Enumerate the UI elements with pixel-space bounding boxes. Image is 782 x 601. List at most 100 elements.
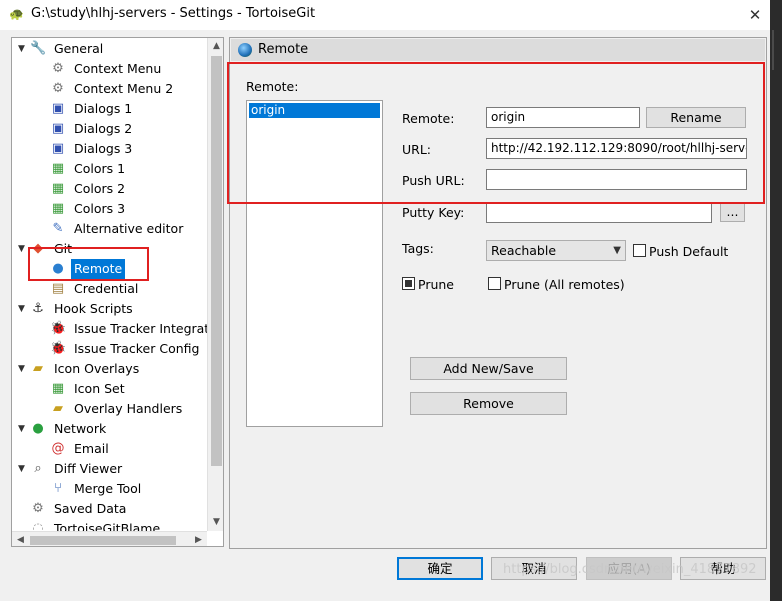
add-new-save-button[interactable]: Add New/Save (410, 357, 567, 380)
tree-item-label: Context Menu 2 (74, 81, 174, 96)
tags-label: Tags: (402, 241, 434, 256)
scroll-left-icon[interactable]: ◀ (12, 532, 29, 546)
close-button[interactable]: ✕ (740, 2, 770, 28)
watermark: https://blog.csdn.net/weixin_41877892 (503, 562, 757, 577)
tree-item-label: Network (54, 421, 107, 436)
tree-item-overlay-handlers[interactable]: ▰ Overlay Handlers (12, 399, 207, 419)
expander-chevron-icon[interactable]: ▼ (18, 299, 28, 319)
palette-icon: ▦ (51, 181, 65, 196)
tree-item-dialogs-1[interactable]: ▣ Dialogs 1 (12, 99, 207, 119)
expander-chevron-icon[interactable]: ▼ (18, 239, 28, 259)
tree-item-colors-3[interactable]: ▦ Colors 3 (12, 199, 207, 219)
scroll-thumb[interactable] (211, 56, 222, 466)
tree-item-colors-1[interactable]: ▦ Colors 1 (12, 159, 207, 179)
chevron-down-icon: ▼ (613, 245, 621, 256)
scroll-down-icon[interactable]: ▼ (208, 514, 223, 531)
tree-item-email[interactable]: @ Email (12, 439, 207, 459)
tree-item-label: Dialogs 3 (74, 141, 133, 156)
ok-button[interactable]: 确定 (397, 557, 483, 580)
putty-key-input[interactable] (486, 202, 712, 223)
tags-select[interactable]: Reachable ▼ (486, 240, 626, 261)
tree-item-label: Dialogs 2 (74, 121, 133, 136)
gear-icon: ⚙ (32, 501, 44, 516)
tree-item-label: Dialogs 1 (74, 101, 133, 116)
tree-item-label: Diff Viewer (54, 461, 123, 476)
credential-icon: ▤ (51, 281, 65, 296)
wrench-icon: 🔧 (30, 41, 47, 56)
tree-item-general[interactable]: ▼ 🔧 General (12, 39, 207, 59)
tree-item-icon-overlays[interactable]: ▼ ▰ Icon Overlays (12, 359, 207, 379)
tree-item-label: Context Menu (74, 61, 162, 76)
bug-icon: 🐞 (50, 341, 67, 356)
tree-item-network[interactable]: ▼ ● Network (12, 419, 207, 439)
tree-item-label: Icon Overlays (54, 361, 140, 376)
merge-icon: ⑂ (54, 481, 62, 496)
putty-key-label: Putty Key: (402, 205, 465, 220)
tree-item-label: Overlay Handlers (74, 401, 183, 416)
tree-item-dialogs-3[interactable]: ▣ Dialogs 3 (12, 139, 207, 159)
palette-icon: ▦ (51, 161, 65, 176)
tree-item-icon-set[interactable]: ▦ Icon Set (12, 379, 207, 399)
tree-item-label: Colors 2 (74, 181, 126, 196)
expander-chevron-icon[interactable]: ▼ (18, 39, 28, 59)
tree-item-alternative-editor[interactable]: ✎ Alternative editor (12, 219, 207, 239)
tree-item-label: Hook Scripts (54, 301, 133, 316)
annotation-box-remote-fields (227, 62, 765, 204)
scroll-right-icon[interactable]: ▶ (190, 532, 207, 546)
tree-horizontal-scrollbar[interactable]: ◀ ▶ (12, 531, 207, 546)
panel-title: Remote (258, 42, 309, 57)
tree-item-label: Issue Tracker Config (74, 341, 200, 356)
globe-icon (238, 43, 252, 57)
title-bar: 🐢 G:\study\hlhj-servers - Settings - Tor… (0, 0, 770, 30)
prune-all-label: Prune (All remotes) (504, 277, 625, 292)
tree-item-dialogs-2[interactable]: ▣ Dialogs 2 (12, 119, 207, 139)
expander-chevron-icon[interactable]: ▼ (18, 359, 28, 379)
tree-item-merge-tool[interactable]: ⑂ Merge Tool (12, 479, 207, 499)
settings-window: 🐢 G:\study\hlhj-servers - Settings - Tor… (0, 0, 770, 601)
push-default-checkbox[interactable] (633, 244, 646, 257)
expander-chevron-icon[interactable]: ▼ (18, 419, 28, 439)
tree-item-hook-scripts[interactable]: ▼ ⚓ Hook Scripts (12, 299, 207, 319)
folder-icon: ▰ (53, 401, 63, 416)
tree-item-issue-tracker-integrati[interactable]: 🐞 Issue Tracker Integrati (12, 319, 213, 339)
tree-vertical-scrollbar[interactable]: ▲ ▼ (207, 38, 223, 531)
tree-item-colors-2[interactable]: ▦ Colors 2 (12, 179, 207, 199)
palette-icon: ▦ (51, 381, 65, 396)
tree-item-label: Colors 3 (74, 201, 126, 216)
background-strip (770, 0, 782, 601)
network-icon: ● (32, 421, 44, 436)
remove-button[interactable]: Remove (410, 392, 567, 415)
push-default-label: Push Default (649, 244, 729, 259)
scroll-thumb-horizontal[interactable] (30, 536, 176, 545)
tree-item-label: Saved Data (54, 501, 127, 516)
tree-item-saved-data[interactable]: ⚙ Saved Data (12, 499, 207, 519)
window-title: G:\study\hlhj-servers - Settings - Torto… (31, 6, 316, 21)
magnifier-icon: ⌕ (34, 461, 42, 476)
prune-all-checkbox[interactable] (488, 277, 501, 290)
tree-item-label: Issue Tracker Integrati (74, 321, 213, 336)
folder-icon: ▰ (33, 361, 43, 376)
tortoisegit-icon: 🐢 (9, 7, 24, 21)
annotation-box-remote-node (28, 247, 149, 281)
tree-item-label: General (54, 41, 104, 56)
hook-icon: ⚓ (32, 301, 44, 316)
tree-item-context-menu[interactable]: ⚙ Context Menu (12, 59, 207, 79)
panel-header: Remote (231, 39, 765, 61)
scroll-up-icon[interactable]: ▲ (208, 38, 223, 55)
tree-item-context-menu-2[interactable]: ⚙ Context Menu 2 (12, 79, 207, 99)
prune-checkbox[interactable] (402, 277, 415, 290)
tree-item-label: Icon Set (74, 381, 125, 396)
background-line (772, 30, 774, 70)
browse-putty-key-button[interactable]: ... (720, 203, 745, 222)
tree-item-credential[interactable]: ▤ Credential (12, 279, 207, 299)
expander-chevron-icon[interactable]: ▼ (18, 459, 28, 479)
tree-item-label: Merge Tool (74, 481, 142, 496)
tree-item-label: Credential (74, 281, 139, 296)
window-icon: ▣ (51, 141, 65, 156)
tags-select-value: Reachable (491, 243, 557, 258)
tree-item-diff-viewer[interactable]: ▼ ⌕ Diff Viewer (12, 459, 207, 479)
settings-tree[interactable]: ▼ 🔧 General ⚙ Context Menu ⚙ Context Menu 2 ▣ Di… (11, 37, 224, 547)
tree-item-issue-tracker-config[interactable]: 🐞 Issue Tracker Config (12, 339, 207, 359)
prune-label: Prune (418, 277, 454, 292)
email-icon: @ (51, 441, 65, 456)
